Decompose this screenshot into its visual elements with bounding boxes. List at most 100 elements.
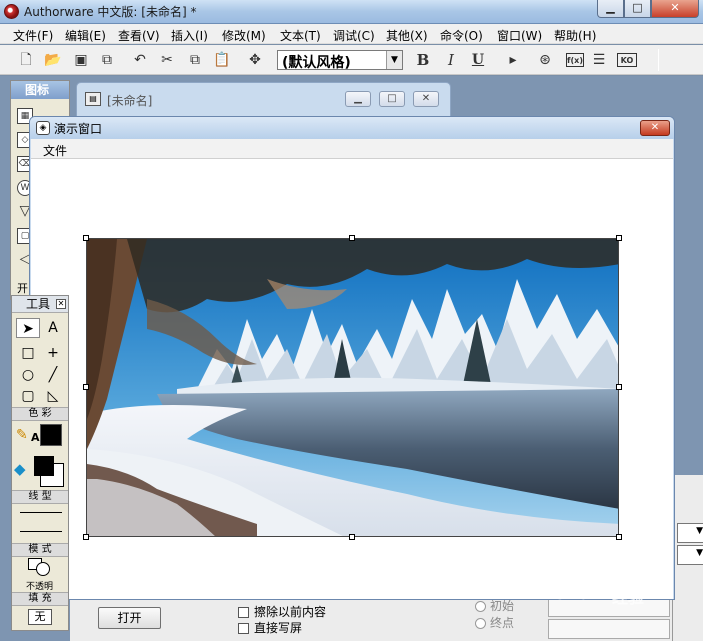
winter-landscape-image[interactable] — [86, 238, 619, 537]
color-section-label: 色 彩 — [12, 407, 68, 421]
text-style-select[interactable]: (默认风格) ▼ — [277, 50, 403, 71]
flowline-window-title: [未命名] — [107, 94, 153, 108]
tools-close-icon[interactable]: ✕ — [56, 299, 66, 309]
save-all-icon[interactable]: ▣ — [72, 51, 90, 69]
pencil-icon: ✎ — [16, 427, 28, 443]
paste-icon[interactable]: 📋 — [213, 51, 231, 69]
presentation-menu-file[interactable]: 文件 — [43, 142, 67, 159]
diagonal-line-tool[interactable]: ╱ — [41, 365, 65, 385]
mode-circle-icon — [36, 562, 50, 576]
open-button[interactable]: 打开 — [98, 607, 161, 629]
open-folder-icon[interactable]: 📂 — [44, 51, 62, 69]
rounded-rectangle-tool[interactable]: ▢ — [16, 386, 40, 406]
bold-button[interactable]: B — [414, 51, 432, 69]
resize-handle-top-left[interactable] — [83, 235, 89, 241]
doc-minimize-button[interactable]: ▁ — [345, 91, 371, 107]
menu-help[interactable]: 帮助(H) — [554, 27, 596, 44]
erase-previous-row[interactable]: 擦除以前内容 — [238, 603, 326, 620]
polygon-tool[interactable]: ◺ — [41, 386, 65, 406]
menu-debug[interactable]: 调试(C) — [333, 27, 375, 44]
radio-initial[interactable] — [475, 601, 486, 612]
menu-view[interactable]: 查看(V) — [118, 27, 160, 44]
text-style-value: (默认风格) — [282, 55, 351, 71]
restart-icon[interactable]: ▸ — [504, 51, 522, 69]
erase-previous-checkbox[interactable] — [238, 607, 249, 618]
right-properties-strip: ▼ ▼ — [672, 475, 703, 641]
pointer-tool[interactable]: ➤ — [16, 318, 40, 338]
right-dropdown-1[interactable]: ▼ — [677, 523, 703, 543]
ellipse-tool[interactable]: ○ — [16, 365, 40, 385]
document-icon: ▤ — [85, 92, 101, 106]
app-title: Authorware 中文版: [未命名] * — [24, 5, 197, 19]
minimize-button[interactable]: ▁ — [597, 0, 624, 18]
resize-handle-right[interactable] — [616, 384, 622, 390]
line-type-section-label: 线 型 — [12, 490, 68, 504]
resize-handle-top[interactable] — [349, 235, 355, 241]
resize-handle-top-right[interactable] — [616, 235, 622, 241]
menu-modify[interactable]: 修改(M) — [222, 27, 266, 44]
direct-to-screen-checkbox[interactable] — [238, 623, 249, 634]
cut-icon[interactable]: ✂ — [158, 51, 176, 69]
icons-palette-label: 开 — [17, 282, 28, 295]
baidu-watermark-logo: Baid — [540, 580, 594, 604]
presentation-close-button[interactable]: ✕ — [640, 120, 670, 136]
underline-button[interactable]: U — [469, 51, 487, 69]
presentation-titlebar[interactable]: ◈ 演示窗口 ✕ — [30, 117, 674, 139]
undo-icon[interactable]: ↶ — [131, 51, 149, 69]
italic-button[interactable]: I — [442, 51, 460, 69]
chevron-down-icon: ▼ — [696, 548, 703, 558]
toolbar-divider — [658, 49, 659, 71]
paint-bucket-icon: ◆ — [14, 460, 26, 478]
mode-value: 不透明 — [26, 582, 54, 592]
chevron-down-icon[interactable]: ▼ — [386, 51, 402, 69]
menubar: 文件(F) 编辑(E) 查看(V) 插入(I) 修改(M) 文本(T) 调试(C… — [0, 24, 703, 44]
presentation-menubar: 文件 — [31, 139, 673, 159]
menu-text[interactable]: 文本(T) — [280, 27, 321, 44]
icons-palette-title: 图标 — [11, 81, 69, 99]
text-tool[interactable]: A — [41, 318, 65, 338]
radio-end-row[interactable]: 终点 — [475, 614, 514, 631]
menu-other[interactable]: 其他(X) — [386, 27, 428, 44]
control-panel-icon[interactable]: ⊛ — [536, 51, 554, 69]
resize-handle-bottom[interactable] — [349, 534, 355, 540]
close-button[interactable]: ✕ — [651, 0, 699, 18]
fill-none-button[interactable]: 无 — [28, 609, 52, 625]
import-icon[interactable]: ⧉ — [98, 51, 116, 69]
radio-initial-label: 初始 — [490, 599, 515, 613]
stroke-color-swatch[interactable] — [40, 424, 62, 446]
menu-insert[interactable]: 插入(I) — [171, 27, 208, 44]
menu-file[interactable]: 文件(F) — [13, 27, 53, 44]
direct-to-screen-row[interactable]: 直接写屏 — [238, 619, 302, 636]
knowledge-objects-button[interactable]: KO — [617, 53, 637, 67]
maximize-button[interactable]: □ — [624, 0, 651, 18]
functions-button[interactable]: f(x) — [566, 53, 584, 67]
line-type-medium[interactable] — [20, 531, 62, 532]
new-file-icon[interactable]: 🗋 — [17, 51, 35, 69]
radio-end[interactable] — [475, 618, 486, 629]
winter-landscape-picture — [87, 239, 618, 536]
orthogonal-line-tool[interactable]: + — [41, 343, 65, 363]
find-icon[interactable]: ✥ — [246, 51, 264, 69]
resize-handle-bottom-right[interactable] — [616, 534, 622, 540]
resize-handle-bottom-left[interactable] — [83, 534, 89, 540]
toolbar: 🗋 📂 ▣ ⧉ ↶ ✂ ⧉ 📋 ✥ (默认风格) ▼ B I U ▸ ⊛ f(x… — [0, 45, 703, 75]
presentation-title: 演示窗口 — [54, 122, 103, 136]
fill-foreground-swatch[interactable] — [34, 456, 54, 476]
rectangle-tool[interactable]: □ — [16, 343, 40, 363]
doc-maximize-button[interactable]: □ — [379, 91, 405, 107]
line-type-thin[interactable] — [20, 512, 62, 513]
menu-window[interactable]: 窗口(W) — [497, 27, 542, 44]
direct-to-screen-label: 直接写屏 — [254, 621, 303, 635]
radio-end-label: 终点 — [490, 616, 515, 630]
mode-section-label: 模 式 — [12, 543, 68, 557]
right-dropdown-2[interactable]: ▼ — [677, 545, 703, 565]
presentation-window-icon: ◈ — [36, 121, 50, 135]
menu-command[interactable]: 命令(O) — [440, 27, 483, 44]
property-field-2[interactable] — [548, 619, 670, 639]
copy-icon[interactable]: ⧉ — [186, 51, 204, 69]
menu-edit[interactable]: 编辑(E) — [65, 27, 106, 44]
variables-icon[interactable]: ☰ — [590, 51, 608, 69]
fill-section-label: 填 充 — [12, 592, 68, 606]
doc-close-button[interactable]: ✕ — [413, 91, 439, 107]
resize-handle-left[interactable] — [83, 384, 89, 390]
